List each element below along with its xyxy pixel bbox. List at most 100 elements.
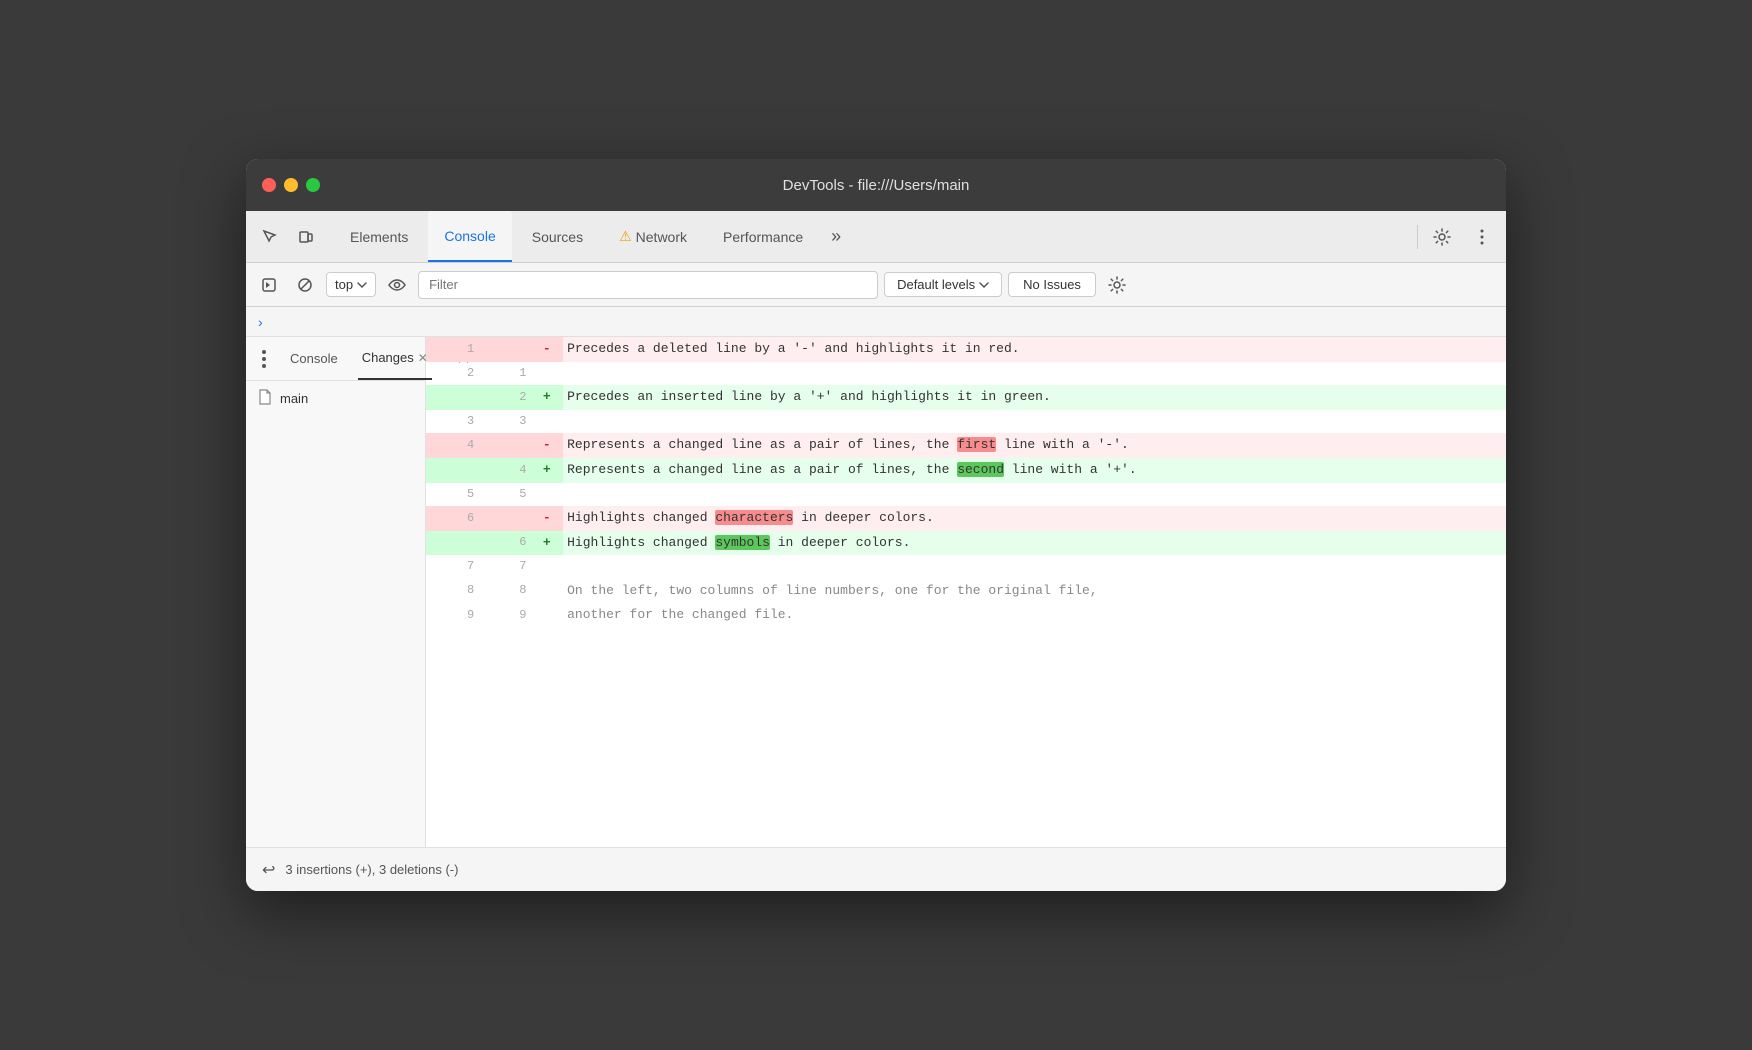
minimize-button[interactable] <box>284 178 298 192</box>
new-line-num <box>478 506 530 531</box>
line-marker: - <box>530 506 563 531</box>
tabs-bar: Elements Console Sources ⚠ Network Perfo… <box>246 211 1506 263</box>
file-name: main <box>280 391 308 406</box>
old-line-num <box>426 458 478 483</box>
table-row: 2 1 <box>426 362 1506 385</box>
sidebar: Console Changes ✕ ✕ main <box>246 337 426 847</box>
old-line-num: 7 <box>426 555 478 578</box>
more-options-icon[interactable] <box>258 346 270 372</box>
run-script-icon[interactable] <box>254 270 284 300</box>
file-icon <box>258 389 272 408</box>
line-marker: - <box>530 337 563 362</box>
old-line-num: 9 <box>426 603 478 628</box>
prompt-arrow: › <box>258 314 263 330</box>
tab-performance[interactable]: Performance <box>707 211 819 262</box>
console-toolbar: top Default levels No Issues <box>246 263 1506 307</box>
old-line-num: 6 <box>426 506 478 531</box>
line-content: Represents a changed line as a pair of l… <box>563 433 1506 458</box>
sidebar-tab-changes[interactable]: Changes ✕ <box>358 337 432 380</box>
close-button[interactable] <box>262 178 276 192</box>
settings-icon[interactable] <box>1426 221 1458 253</box>
table-row: 5 5 <box>426 483 1506 506</box>
table-row: 3 3 <box>426 410 1506 433</box>
table-row: 6 - Highlights changed characters in dee… <box>426 506 1506 531</box>
line-content: Precedes an inserted line by a '+' and h… <box>563 385 1506 410</box>
console-indicator: › <box>246 307 1506 337</box>
diff-footer: ↩ 3 insertions (+), 3 deletions (-) <box>246 847 1506 891</box>
line-content <box>563 362 1506 385</box>
warning-icon: ⚠ <box>619 228 632 245</box>
diff-area[interactable]: 1 - Precedes a deleted line by a '-' and… <box>426 337 1506 847</box>
table-row: 9 9 another for the changed file. <box>426 603 1506 628</box>
line-marker <box>530 410 563 433</box>
new-line-num: 4 <box>478 458 530 483</box>
titlebar: DevTools - file:///Users/main <box>246 159 1506 211</box>
diff-table: 1 - Precedes a deleted line by a '-' and… <box>426 337 1506 628</box>
sidebar-file-item[interactable]: main <box>246 381 425 416</box>
console-settings-icon[interactable] <box>1102 270 1132 300</box>
line-content <box>563 483 1506 506</box>
divider <box>1417 225 1418 249</box>
titlebar-title: DevTools - file:///Users/main <box>783 177 970 194</box>
highlight-del: characters <box>715 510 793 525</box>
old-line-num: 3 <box>426 410 478 433</box>
highlight-ins: second <box>957 462 1004 477</box>
table-row: 2 + Precedes an inserted line by a '+' a… <box>426 385 1506 410</box>
new-line-num: 7 <box>478 555 530 578</box>
undo-icon[interactable]: ↩ <box>262 860 275 880</box>
tab-console[interactable]: Console <box>428 211 511 262</box>
inspect-element-icon[interactable] <box>254 221 286 253</box>
eye-icon[interactable] <box>382 270 412 300</box>
old-line-num: 4 <box>426 433 478 458</box>
tab-network[interactable]: ⚠ Network <box>603 211 703 262</box>
clear-console-icon[interactable] <box>290 270 320 300</box>
sidebar-header: Console Changes ✕ ✕ <box>246 337 425 381</box>
table-row: 7 7 <box>426 555 1506 578</box>
tab-sources[interactable]: Sources <box>516 211 599 262</box>
old-line-num <box>426 385 478 410</box>
top-dropdown[interactable]: top <box>326 272 376 297</box>
line-content <box>563 410 1506 433</box>
devtools-window: DevTools - file:///Users/main Elements C… <box>246 159 1506 891</box>
table-row: 6 + Highlights changed symbols in deeper… <box>426 531 1506 556</box>
new-line-num: 9 <box>478 603 530 628</box>
more-tabs-icon[interactable]: » <box>823 226 849 247</box>
diff-summary: 3 insertions (+), 3 deletions (-) <box>285 862 458 877</box>
highlight-ins: symbols <box>715 535 770 550</box>
old-line-num: 1 <box>426 337 478 362</box>
old-line-num: 2 <box>426 362 478 385</box>
new-line-num: 3 <box>478 410 530 433</box>
table-row: 4 + Represents a changed line as a pair … <box>426 458 1506 483</box>
device-toggle-icon[interactable] <box>290 221 322 253</box>
new-line-num: 5 <box>478 483 530 506</box>
levels-dropdown[interactable]: Default levels <box>884 272 1002 297</box>
new-line-num: 1 <box>478 362 530 385</box>
old-line-num: 5 <box>426 483 478 506</box>
table-row: 1 - Precedes a deleted line by a '-' and… <box>426 337 1506 362</box>
sidebar-tab-console[interactable]: Console <box>286 337 342 380</box>
line-marker: + <box>530 385 563 410</box>
line-marker <box>530 555 563 578</box>
old-line-num: 8 <box>426 579 478 604</box>
line-content: On the left, two columns of line numbers… <box>563 579 1506 604</box>
line-marker <box>530 579 563 604</box>
no-issues-button[interactable]: No Issues <box>1008 272 1096 297</box>
line-content: Highlights changed symbols in deeper col… <box>563 531 1506 556</box>
traffic-lights <box>262 178 320 192</box>
line-content: Precedes a deleted line by a '-' and hig… <box>563 337 1506 362</box>
devtools-icons <box>254 221 322 253</box>
tab-elements[interactable]: Elements <box>334 211 424 262</box>
line-marker <box>530 483 563 506</box>
line-marker: + <box>530 531 563 556</box>
new-line-num <box>478 433 530 458</box>
filter-input[interactable] <box>418 271 878 299</box>
new-line-num: 2 <box>478 385 530 410</box>
maximize-button[interactable] <box>306 178 320 192</box>
old-line-num <box>426 531 478 556</box>
panel-area: Console Changes ✕ ✕ main <box>246 337 1506 847</box>
highlight-del: first <box>957 437 996 452</box>
customize-icon[interactable] <box>1466 221 1498 253</box>
line-content: Highlights changed characters in deeper … <box>563 506 1506 531</box>
line-marker: + <box>530 458 563 483</box>
line-marker <box>530 362 563 385</box>
